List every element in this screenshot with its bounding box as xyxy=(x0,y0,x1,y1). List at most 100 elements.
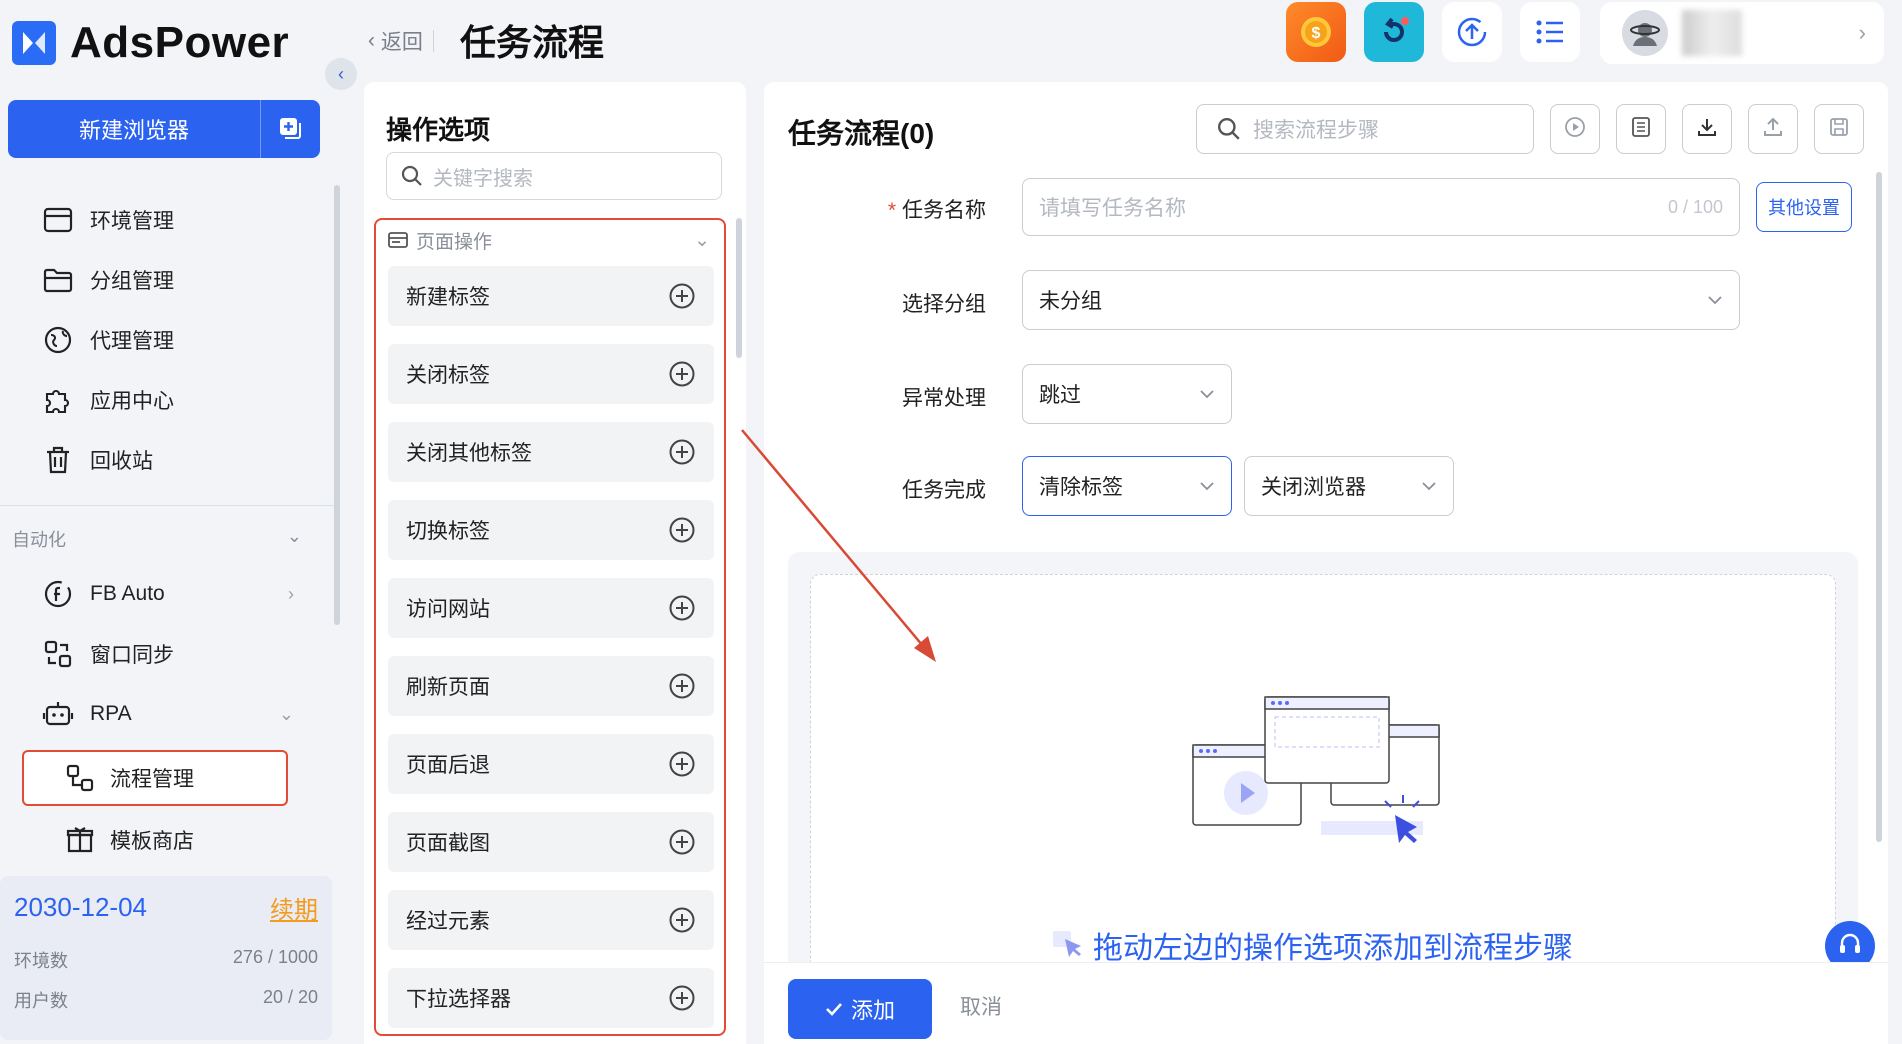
cancel-button[interactable]: 取消 xyxy=(960,991,1002,1021)
other-settings-button[interactable]: 其他设置 xyxy=(1756,182,1852,232)
adspower-logo-icon xyxy=(12,21,56,65)
add-circle-icon[interactable] xyxy=(668,282,696,310)
flow-step-search-input[interactable]: 搜索流程步骤 xyxy=(1196,104,1534,154)
user-count-value: 20 / 20 xyxy=(262,987,318,1007)
sync-update-icon[interactable] xyxy=(1364,2,1424,62)
sidebar-item-window-sync[interactable]: 窗口同步 xyxy=(0,624,334,684)
search-placeholder: 搜索流程步骤 xyxy=(1253,119,1379,142)
error-handling-select[interactable]: 跳过 xyxy=(1022,364,1232,424)
chevron-down-icon xyxy=(1199,481,1215,491)
add-circle-icon[interactable] xyxy=(668,594,696,622)
operations-search-input[interactable]: 关键字搜索 xyxy=(386,152,722,200)
flow-title: 任务流程(0) xyxy=(788,118,935,149)
automation-section-label: 自动化 xyxy=(12,530,66,550)
sidebar-item-label: 代理管理 xyxy=(90,330,174,353)
operation-item[interactable]: 访问网站 xyxy=(388,578,714,638)
flow-action-bar: 添加 取消 xyxy=(764,962,1888,1044)
sidebar-item-flow-management[interactable]: 流程管理 xyxy=(22,750,288,806)
sync-icon xyxy=(42,638,74,670)
operation-item[interactable]: 下拉选择器 xyxy=(388,968,714,1028)
add-circle-icon[interactable] xyxy=(668,750,696,778)
sidebar-item-trash[interactable]: 回收站 xyxy=(0,430,334,490)
sidebar-item-group[interactable]: 分组管理 xyxy=(0,250,334,310)
sidebar-scrollbar[interactable] xyxy=(334,185,340,625)
folder-icon xyxy=(42,264,74,296)
collapse-sidebar-button[interactable]: ‹ xyxy=(325,58,357,90)
batch-add-icon[interactable] xyxy=(260,100,320,158)
add-button[interactable]: 添加 xyxy=(788,979,932,1039)
operation-item-label: 访问网站 xyxy=(406,598,490,621)
automation-section-header[interactable]: 自动化 ⌄ xyxy=(12,526,302,552)
error-handling-value: 跳过 xyxy=(1039,384,1081,407)
user-menu[interactable]: › xyxy=(1600,2,1884,64)
import-button[interactable] xyxy=(1682,104,1732,154)
task-name-input[interactable]: 请填写任务名称 0 / 100 xyxy=(1022,178,1740,236)
operations-scrollbar[interactable] xyxy=(736,218,742,358)
search-icon xyxy=(401,165,423,187)
account-info-card: 2030-12-04 续期 环境数 276 / 1000 用户数 20 / 20 xyxy=(0,876,332,1040)
sidebar-item-rpa[interactable]: RPA ⌄ xyxy=(0,684,334,744)
play-icon xyxy=(1564,116,1586,143)
operation-item[interactable]: 刷新页面 xyxy=(388,656,714,716)
renew-link[interactable]: 续期 xyxy=(270,890,318,925)
avatar xyxy=(1622,10,1668,56)
chevron-down-icon: ⌄ xyxy=(278,703,294,724)
cursor-icon xyxy=(1051,929,1083,961)
logo[interactable]: AdsPower xyxy=(12,18,289,68)
operations-panel: 操作选项 关键字搜索 页面操作 ⌄ 新建标签 关闭标签 关闭其他标签 切换标签 访问网站… xyxy=(364,82,746,1044)
export-button[interactable] xyxy=(1748,104,1798,154)
save-icon xyxy=(1828,116,1850,143)
close-browser-select[interactable]: 关闭浏览器 xyxy=(1244,456,1454,516)
chevron-down-icon: ⌄ xyxy=(694,229,710,251)
flow-icon xyxy=(64,762,96,794)
sidebar-item-proxy[interactable]: 代理管理 xyxy=(0,310,334,370)
operation-item-label: 新建标签 xyxy=(406,286,490,309)
puzzle-icon xyxy=(42,384,74,416)
log-button[interactable] xyxy=(1616,104,1666,154)
sidebar-item-fb-auto[interactable]: FB Auto › xyxy=(0,564,334,624)
sidebar-item-template-store[interactable]: 模板商店 xyxy=(22,812,288,868)
add-circle-icon[interactable] xyxy=(668,828,696,856)
sidebar-item-env[interactable]: 环境管理 xyxy=(0,190,334,250)
page-operations-group[interactable]: 页面操作 ⌄ xyxy=(376,220,724,260)
new-browser-button[interactable]: 新建浏览器 xyxy=(8,100,320,158)
run-button[interactable] xyxy=(1550,104,1600,154)
add-circle-icon[interactable] xyxy=(668,984,696,1012)
operation-item-label: 关闭其他标签 xyxy=(406,442,532,465)
save-button[interactable] xyxy=(1814,104,1864,154)
user-count-label: 用户数 xyxy=(14,991,68,1011)
search-placeholder: 关键字搜索 xyxy=(433,167,533,190)
back-button[interactable]: ‹ 返回 xyxy=(368,26,444,56)
operation-item[interactable]: 关闭其他标签 xyxy=(388,422,714,482)
upload-icon xyxy=(1762,116,1784,143)
operation-item[interactable]: 页面后退 xyxy=(388,734,714,794)
task-list-icon[interactable] xyxy=(1520,2,1580,62)
sidebar-item-apps[interactable]: 应用中心 xyxy=(0,370,334,430)
new-browser-label[interactable]: 新建浏览器 xyxy=(8,100,260,158)
operation-item[interactable]: 新建标签 xyxy=(388,266,714,326)
chevron-left-icon: ‹ xyxy=(338,63,344,84)
task-name-label: * 任务名称 xyxy=(854,194,986,224)
add-circle-icon[interactable] xyxy=(668,516,696,544)
search-icon xyxy=(1217,117,1241,141)
add-circle-icon[interactable] xyxy=(668,438,696,466)
drop-hint-text: 拖动左边的操作选项添加到流程步骤 xyxy=(1093,932,1573,965)
add-label: 添加 xyxy=(850,998,895,1023)
clear-tabs-select[interactable]: 清除标签 xyxy=(1022,456,1232,516)
add-circle-icon[interactable] xyxy=(668,906,696,934)
operation-item[interactable]: 经过元素 xyxy=(388,890,714,950)
flow-scrollbar[interactable] xyxy=(1876,172,1882,842)
group-label: 选择分组 xyxy=(902,293,986,316)
coin-icon[interactable]: $ xyxy=(1286,2,1346,62)
sidebar-item-label: 环境管理 xyxy=(90,210,174,233)
upload-sync-icon[interactable] xyxy=(1442,2,1502,62)
add-circle-icon[interactable] xyxy=(668,672,696,700)
operation-item[interactable]: 页面截图 xyxy=(388,812,714,872)
operation-item[interactable]: 切换标签 xyxy=(388,500,714,560)
operation-item-label: 切换标签 xyxy=(406,520,490,543)
add-circle-icon[interactable] xyxy=(668,360,696,388)
operation-item[interactable]: 关闭标签 xyxy=(388,344,714,404)
group-select[interactable]: 未分组 xyxy=(1022,270,1740,330)
operation-item-label: 页面截图 xyxy=(406,832,490,855)
brand-name: AdsPower xyxy=(70,18,290,67)
